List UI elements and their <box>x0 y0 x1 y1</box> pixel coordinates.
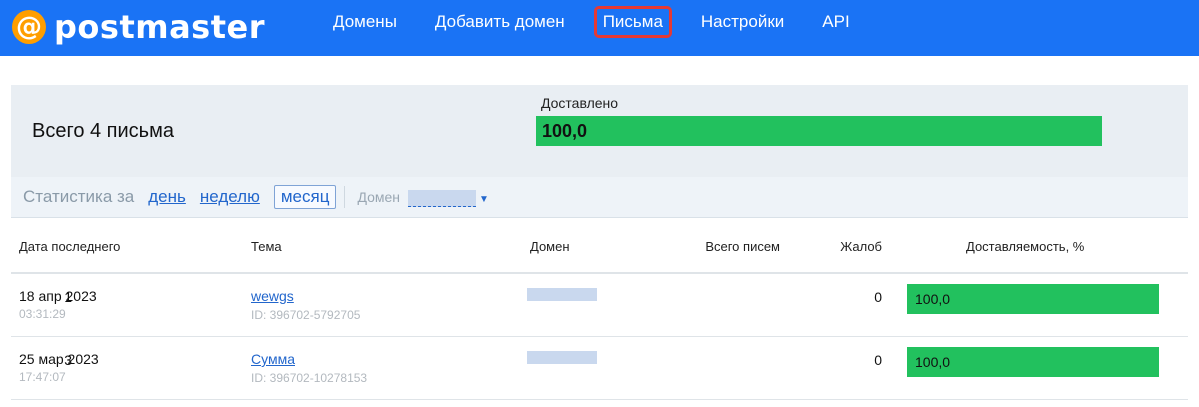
postmaster-logo[interactable]: @ postmaster <box>12 2 265 52</box>
chevron-down-icon: ▼ <box>479 194 489 205</box>
row-total-letters: 3 <box>64 352 72 368</box>
row-subject-link[interactable]: wewgs <box>251 288 294 304</box>
redacted-domain <box>408 190 477 207</box>
row-subject-link[interactable]: Сумма <box>251 351 295 367</box>
row-delivery-value: 100,0 <box>915 291 951 307</box>
period-day-link[interactable]: день <box>148 187 186 207</box>
delivered-bar: 100,0 <box>536 116 1102 146</box>
period-week-link[interactable]: неделю <box>200 187 260 207</box>
column-header-complaints[interactable]: Жалоб <box>840 239 882 254</box>
column-header-date[interactable]: Дата последнего <box>19 239 120 254</box>
redacted-domain <box>527 351 597 364</box>
stats-label: Статистика за <box>23 187 135 206</box>
top-header: @ postmaster Домены Добавить домен Письм… <box>0 0 1199 56</box>
row-delivery-bar: 100,0 <box>907 284 1159 314</box>
column-header-domain[interactable]: Домен <box>530 239 570 254</box>
nav-add-domain[interactable]: Добавить домен <box>426 6 574 38</box>
summary-panel: Всего 4 письма Доставлено 100,0 <box>11 85 1188 177</box>
table-header-row: Дата последнего Тема Домен Всего писем Ж… <box>11 218 1188 274</box>
column-header-total[interactable]: Всего писем <box>705 239 780 254</box>
domain-filter-select[interactable]: ▼ <box>408 187 489 207</box>
row-complaints: 0 <box>874 352 882 368</box>
divider <box>344 186 346 208</box>
row-time: 17:47:07 <box>19 370 66 384</box>
delivered-bar-fill: 100,0 <box>536 116 1102 146</box>
row-subject-id: ID: 396702-5792705 <box>251 308 361 322</box>
table-row: 25 мар 2023 17:47:07 Сумма ID: 396702-10… <box>11 337 1188 400</box>
main-nav: Домены Добавить домен Письма Настройки A… <box>322 0 879 44</box>
delivered-value: 100,0 <box>542 120 588 141</box>
row-delivery-fill: 100,0 <box>907 284 1159 314</box>
row-total-letters: 1 <box>64 289 72 305</box>
delivered-label: Доставлено <box>541 95 619 111</box>
row-delivery-fill: 100,0 <box>907 347 1159 377</box>
row-time: 03:31:29 <box>19 307 66 321</box>
nav-api[interactable]: API <box>813 6 858 38</box>
nav-letters[interactable]: Письма <box>593 6 672 38</box>
domain-filter-label: Домен <box>357 189 401 205</box>
stats-period-bar: Статистика за день неделю месяц Домен ▼ <box>11 177 1188 218</box>
nav-settings[interactable]: Настройки <box>692 6 793 38</box>
period-month-button[interactable]: месяц <box>273 185 337 209</box>
row-subject-id: ID: 396702-10278153 <box>251 371 368 385</box>
row-complaints: 0 <box>874 289 882 305</box>
column-header-delivery[interactable]: Доставляемость, % <box>966 239 1084 254</box>
total-letters-count: Всего 4 письма <box>32 120 174 142</box>
logo-text: postmaster <box>54 8 265 46</box>
letters-table: Дата последнего Тема Домен Всего писем Ж… <box>11 218 1188 400</box>
redacted-domain <box>527 288 597 301</box>
row-delivery-bar: 100,0 <box>907 347 1159 377</box>
table-row: 18 апр 2023 03:31:29 wewgs ID: 396702-57… <box>11 274 1188 337</box>
column-header-subject[interactable]: Тема <box>251 239 282 254</box>
nav-domains[interactable]: Домены <box>322 6 406 38</box>
row-delivery-value: 100,0 <box>915 354 951 370</box>
at-icon: @ <box>12 10 46 44</box>
